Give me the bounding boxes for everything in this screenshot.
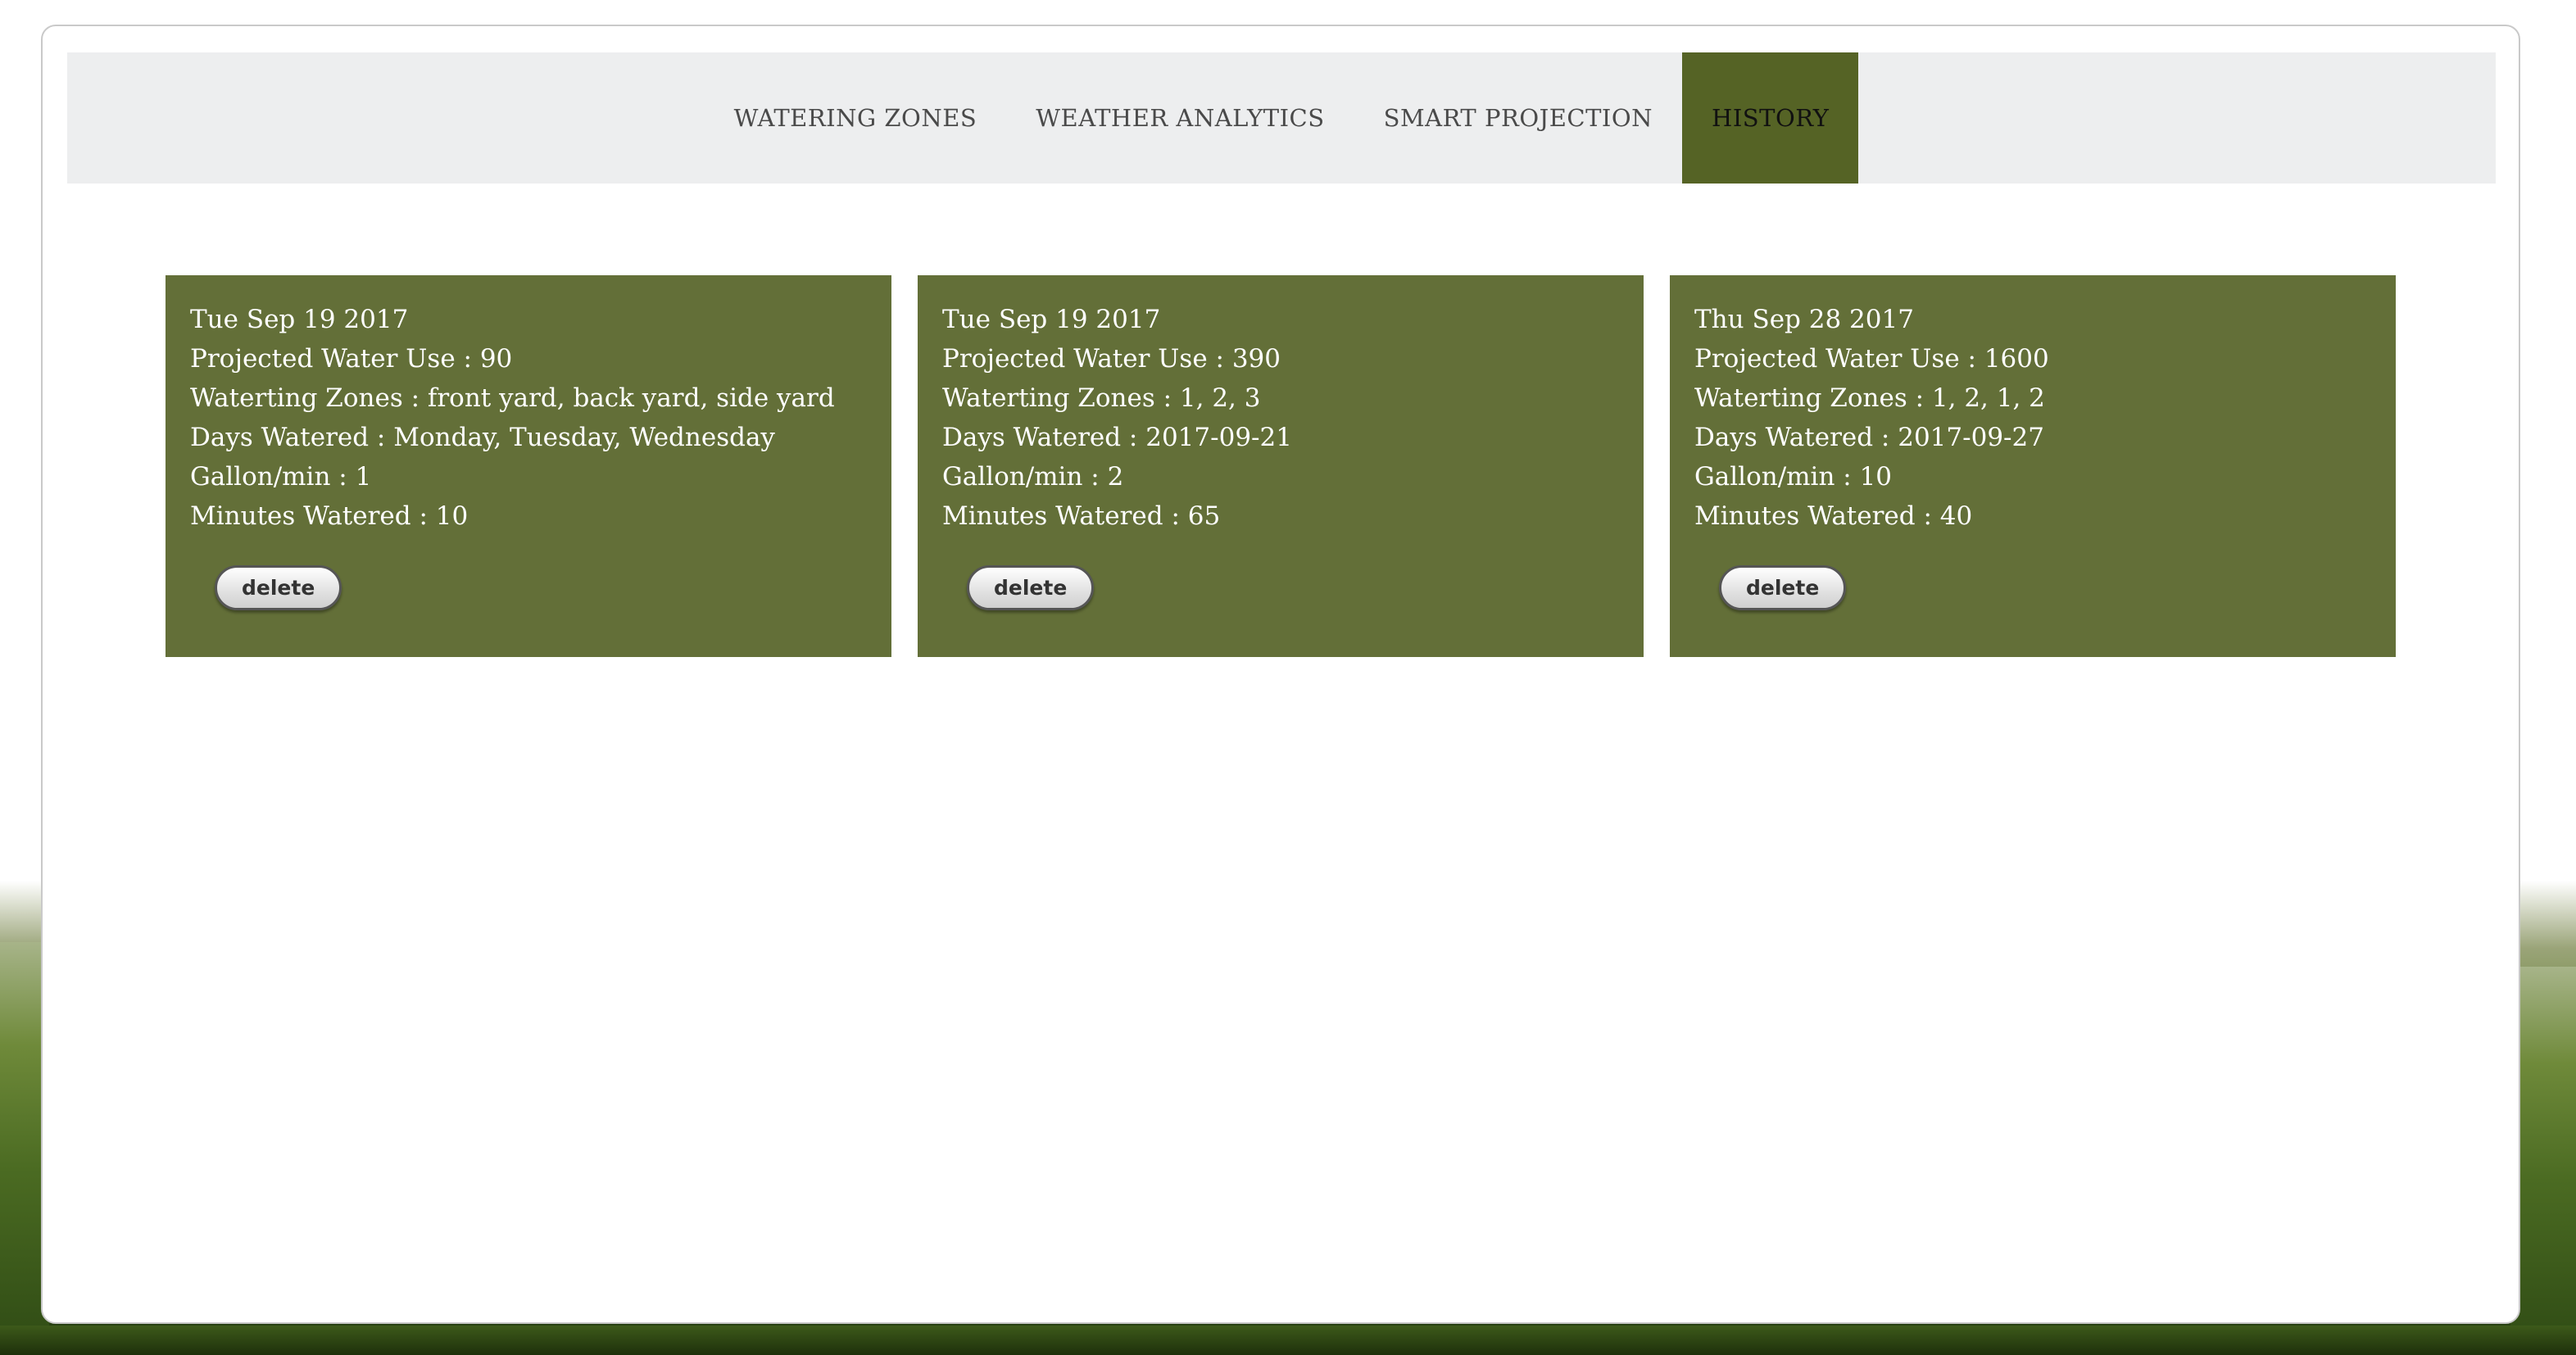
card-date: Thu Sep 28 2017: [1694, 305, 1914, 334]
tab-smart-projection[interactable]: SMART PROJECTION: [1354, 52, 1682, 184]
card-projected-water-use: Projected Water Use : 1600: [1694, 344, 2049, 374]
delete-button[interactable]: delete: [1719, 565, 1847, 610]
history-cards: Tue Sep 19 2017 Projected Water Use : 90…: [166, 275, 2397, 657]
tab-history[interactable]: HISTORY: [1682, 52, 1859, 184]
tab-weather-analytics[interactable]: WEATHER ANALYTICS: [1006, 52, 1354, 184]
background-grass-right: [2510, 967, 2576, 1355]
background-grass-bottom: [0, 1326, 2576, 1355]
top-nav: WATERING ZONES WEATHER ANALYTICS SMART P…: [67, 52, 2496, 184]
card-date: Tue Sep 19 2017: [942, 305, 1161, 334]
card-watering-zones: Waterting Zones : 1, 2, 1, 2: [1694, 383, 2045, 413]
delete-button[interactable]: delete: [215, 565, 342, 610]
card-days-watered: Days Watered : 2017-09-21: [942, 423, 1292, 452]
card-minutes-watered: Minutes Watered : 65: [942, 501, 1221, 531]
app-panel: WATERING ZONES WEATHER ANALYTICS SMART P…: [41, 25, 2520, 1324]
card-days-watered: Days Watered : Monday, Tuesday, Wednesda…: [190, 423, 775, 452]
card-minutes-watered: Minutes Watered : 40: [1694, 501, 1973, 531]
card-date: Tue Sep 19 2017: [190, 305, 409, 334]
card-gallon-per-min: Gallon/min : 2: [942, 462, 1124, 492]
card-gallon-per-min: Gallon/min : 1: [190, 462, 372, 492]
card-watering-zones: Waterting Zones : 1, 2, 3: [942, 383, 1261, 413]
card-minutes-watered: Minutes Watered : 10: [190, 501, 469, 531]
card-gallon-per-min: Gallon/min : 10: [1694, 462, 1893, 492]
card-watering-zones: Waterting Zones : front yard, back yard,…: [190, 383, 835, 413]
delete-button[interactable]: delete: [967, 565, 1095, 610]
history-card: Thu Sep 28 2017 Projected Water Use : 16…: [1670, 275, 2396, 657]
card-projected-water-use: Projected Water Use : 390: [942, 344, 1281, 374]
card-projected-water-use: Projected Water Use : 90: [190, 344, 513, 374]
card-days-watered: Days Watered : 2017-09-27: [1694, 423, 2044, 452]
history-card: Tue Sep 19 2017 Projected Water Use : 90…: [166, 275, 891, 657]
tab-watering-zones[interactable]: WATERING ZONES: [705, 52, 1007, 184]
history-card: Tue Sep 19 2017 Projected Water Use : 39…: [918, 275, 1644, 657]
